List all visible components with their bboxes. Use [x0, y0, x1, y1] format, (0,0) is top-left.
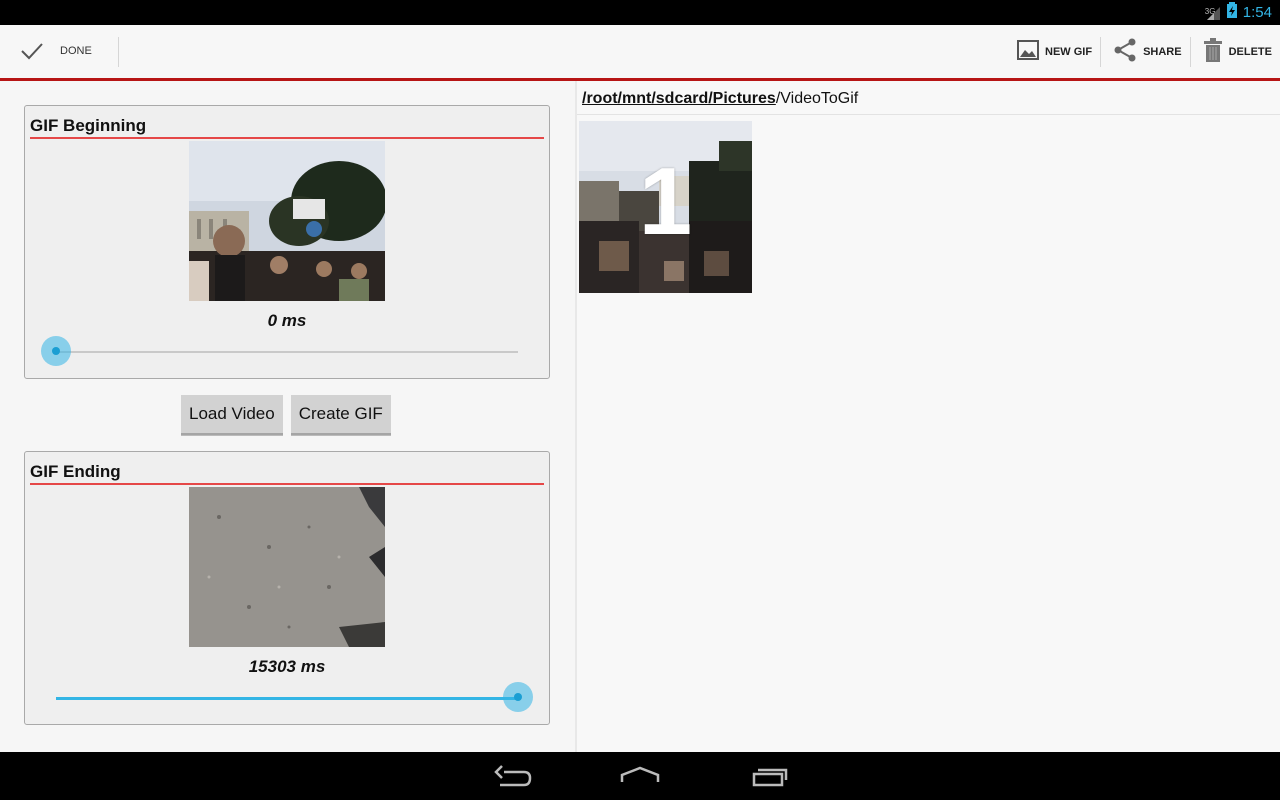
path-breadcrumb: /root/mnt/sdcard/Pictures/VideoToGif	[582, 90, 858, 108]
action-items: NEW GIF SHARE DELETE	[1009, 25, 1280, 78]
trash-icon	[1203, 38, 1223, 65]
beginning-time-label: 0 ms	[267, 311, 307, 330]
done-divider	[118, 37, 119, 67]
gif-ending-title: GIF Ending	[30, 462, 121, 481]
gif-beginning-title: GIF Beginning	[30, 116, 147, 135]
status-bar: 3G 1:54	[0, 0, 1280, 25]
beginning-frame-thumbnail	[189, 141, 385, 301]
checkmark-icon	[20, 41, 44, 66]
recent-apps-button[interactable]	[738, 760, 798, 792]
home-icon	[610, 766, 670, 796]
gif-thumbnail-item[interactable]: 1	[579, 121, 752, 293]
status-indicators: 3G 1:54	[1205, 0, 1272, 25]
navigation-bar	[0, 752, 1280, 800]
load-video-button[interactable]: Load Video	[181, 395, 283, 435]
share-button[interactable]: SHARE	[1101, 25, 1190, 78]
action-bar: DONE NEW GIF SHARE DELETE	[0, 25, 1280, 81]
create-gif-button[interactable]: Create GIF	[290, 395, 391, 435]
home-button[interactable]	[610, 760, 670, 792]
new-gif-label: NEW GIF	[1045, 45, 1093, 58]
image-icon	[1017, 39, 1040, 64]
left-pane: GIF Beginning 0 ms Load Video Create GIF…	[0, 81, 575, 752]
path-parent-link[interactable]: /root/mnt/sdcard/Pictures	[582, 90, 776, 107]
beginning-slider[interactable]	[41, 336, 518, 366]
status-time: 1:54	[1242, 4, 1272, 21]
gif-ending-panel: GIF Ending 15303 ms	[24, 451, 550, 725]
path-current-folder: /VideoToGif	[775, 90, 859, 107]
title-rule	[30, 483, 544, 485]
delete-button[interactable]: DELETE	[1191, 25, 1280, 78]
ending-slider[interactable]	[56, 682, 533, 712]
back-icon	[482, 765, 542, 796]
path-rule	[577, 114, 1280, 115]
ending-frame-thumbnail	[189, 487, 385, 647]
ending-slider-thumb[interactable]	[503, 682, 533, 712]
title-rule	[30, 137, 544, 139]
beginning-slider-thumb[interactable]	[41, 336, 71, 366]
ending-time-label: 15303 ms	[248, 657, 326, 676]
action-buttons-row: Load Video Create GIF	[181, 395, 391, 435]
delete-label: DELETE	[1228, 45, 1272, 58]
share-icon	[1113, 38, 1137, 65]
done-label: DONE	[60, 45, 92, 57]
new-gif-button[interactable]: NEW GIF	[1009, 25, 1100, 78]
battery-icon	[1226, 2, 1237, 23]
share-label: SHARE	[1143, 45, 1182, 58]
done-button[interactable]: DONE	[0, 25, 118, 78]
gif-beginning-panel: GIF Beginning 0 ms	[24, 105, 550, 379]
signal-icon: 3G	[1205, 5, 1221, 21]
gif-item-label: 1	[638, 148, 693, 255]
back-button[interactable]	[482, 760, 542, 792]
right-pane: /root/mnt/sdcard/Pictures/VideoToGif 1	[577, 81, 1280, 752]
recent-apps-icon	[738, 768, 798, 796]
